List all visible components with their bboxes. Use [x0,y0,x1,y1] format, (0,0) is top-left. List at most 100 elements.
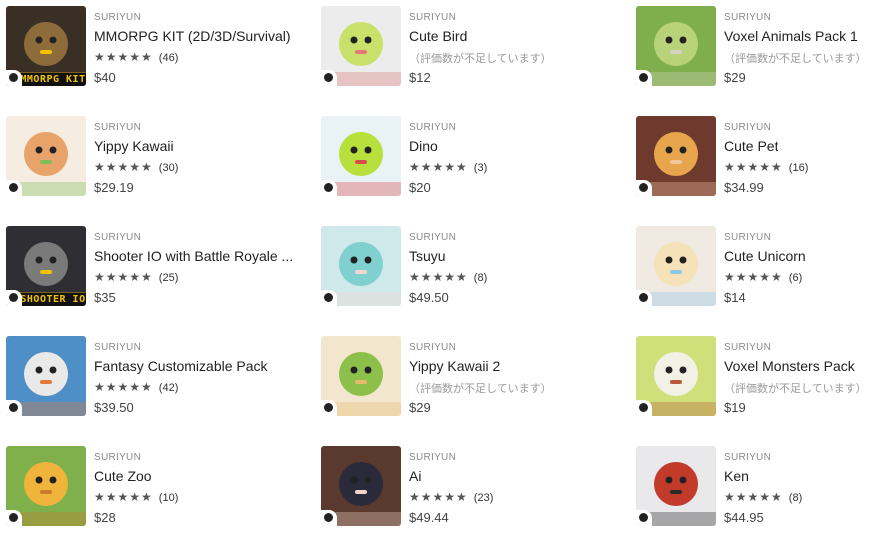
rating-row: ★★★★★ (8) [409,270,487,284]
asset-card[interactable]: SURIYUN Yippy Kawaii 2 （評価数が不足しています） $29 [315,330,615,416]
rating-count: (6) [788,272,803,284]
asset-card[interactable]: MMORPG KIT SURIYUN MMORPG KIT (2D/3D/Survi… [0,0,300,86]
asset-card[interactable]: SURIYUN Cute Unicorn ★★★★★ (6) $14 [630,220,885,306]
asset-thumbnail[interactable] [6,116,86,196]
asset-price: $29 [409,400,431,415]
rating-count: (23) [473,492,494,504]
rating-row: ★★★★★ (42) [94,380,178,394]
star-rating-icon: ★★★★★ [94,380,153,394]
asset-title[interactable]: Dino [409,138,438,154]
publisher-badge-icon [636,70,652,86]
asset-price: $19 [724,400,746,415]
publisher-name[interactable]: SURIYUN [94,452,141,463]
asset-card[interactable]: SURIYUN Cute Pet ★★★★★ (16) $34.99 [630,110,885,196]
publisher-badge-icon [321,180,337,196]
asset-thumbnail[interactable] [636,116,716,196]
no-rating-text: （評価数が不足しています） [409,53,552,65]
asset-thumbnail[interactable] [321,336,401,416]
asset-card[interactable]: SURIYUN Dino ★★★★★ (3) $20 [315,110,615,196]
publisher-name[interactable]: SURIYUN [94,232,141,243]
publisher-badge-icon [321,510,337,526]
asset-title[interactable]: Tsuyu [409,248,446,264]
asset-thumbnail[interactable] [636,226,716,306]
asset-title[interactable]: Cute Pet [724,138,778,154]
publisher-name[interactable]: SURIYUN [94,12,141,23]
asset-thumbnail[interactable] [321,116,401,196]
rating-count: (30) [158,162,179,174]
asset-title[interactable]: Yippy Kawaii [94,138,174,154]
asset-thumbnail[interactable]: SHOOTER IO [6,226,86,306]
asset-card[interactable]: SURIYUN Cute Zoo ★★★★★ (10) $28 [0,440,300,526]
star-rating-icon: ★★★★★ [724,490,783,504]
publisher-name[interactable]: SURIYUN [94,342,141,353]
asset-title[interactable]: Ai [409,468,421,484]
asset-price: $39.50 [94,400,134,415]
asset-title[interactable]: Cute Zoo [94,468,152,484]
asset-card[interactable]: SURIYUN Voxel Monsters Pack （評価数が不足しています） $… [630,330,885,416]
star-rating-icon: ★★★★★ [724,160,783,174]
asset-card[interactable]: SHOOTER IO SURIYUN Shooter IO with Battle … [0,220,300,306]
publisher-badge-icon [636,180,652,196]
publisher-name[interactable]: SURIYUN [409,122,456,133]
asset-card[interactable]: SURIYUN Yippy Kawaii ★★★★★ (30) $29.19 [0,110,300,196]
rating-row: ★★★★★ (25) [94,270,178,284]
publisher-name[interactable]: SURIYUN [724,122,771,133]
asset-thumbnail[interactable] [6,446,86,526]
asset-title[interactable]: Ken [724,468,749,484]
asset-card[interactable]: SURIYUN Ken ★★★★★ (8) $44.95 [630,440,885,526]
no-rating-text: （評価数が不足しています） [724,383,867,395]
asset-price: $20 [409,180,431,195]
no-rating-text: （評価数が不足しています） [724,53,867,65]
publisher-name[interactable]: SURIYUN [409,12,456,23]
publisher-name[interactable]: SURIYUN [724,12,771,23]
thumbnail-banner: MMORPG KIT [20,73,86,86]
publisher-name[interactable]: SURIYUN [724,342,771,353]
asset-thumbnail[interactable] [321,446,401,526]
asset-price: $49.44 [409,510,449,525]
asset-thumbnail[interactable] [636,336,716,416]
asset-card[interactable]: SURIYUN Fantasy Customizable Pack ★★★★★ (42… [0,330,300,416]
star-rating-icon: ★★★★★ [94,50,153,64]
asset-title[interactable]: Fantasy Customizable Pack [94,358,268,374]
asset-thumbnail[interactable] [321,6,401,86]
asset-price: $40 [94,70,116,85]
publisher-name[interactable]: SURIYUN [724,232,771,243]
asset-price: $12 [409,70,431,85]
star-rating-icon: ★★★★★ [409,490,468,504]
asset-card[interactable]: SURIYUN Cute Bird （評価数が不足しています） $12 [315,0,615,86]
asset-thumbnail[interactable] [321,226,401,306]
no-rating-text: （評価数が不足しています） [409,383,552,395]
asset-title[interactable]: Voxel Monsters Pack [724,358,855,374]
star-rating-icon: ★★★★★ [94,490,153,504]
asset-price: $28 [94,510,116,525]
publisher-badge-icon [321,290,337,306]
rating-row: ★★★★★ (8) [724,490,802,504]
publisher-name[interactable]: SURIYUN [724,452,771,463]
star-rating-icon: ★★★★★ [724,270,783,284]
publisher-name[interactable]: SURIYUN [409,342,456,353]
asset-title[interactable]: Voxel Animals Pack 1 [724,28,858,44]
asset-thumbnail[interactable] [6,336,86,416]
asset-price: $29 [724,70,746,85]
publisher-name[interactable]: SURIYUN [94,122,141,133]
publisher-badge-icon [6,290,22,306]
asset-card[interactable]: SURIYUN Tsuyu ★★★★★ (8) $49.50 [315,220,615,306]
asset-price: $34.99 [724,180,764,195]
asset-grid: MMORPG KIT SURIYUN MMORPG KIT (2D/3D/Survi… [0,0,885,534]
asset-title[interactable]: MMORPG KIT (2D/3D/Survival) [94,28,291,44]
asset-card[interactable]: SURIYUN Voxel Animals Pack 1 （評価数が不足しています）… [630,0,885,86]
publisher-name[interactable]: SURIYUN [409,452,456,463]
asset-title[interactable]: Yippy Kawaii 2 [409,358,500,374]
asset-title[interactable]: Shooter IO with Battle Royale ... [94,248,293,264]
asset-title[interactable]: Cute Unicorn [724,248,806,264]
asset-title[interactable]: Cute Bird [409,28,467,44]
asset-price: $49.50 [409,290,449,305]
asset-thumbnail[interactable] [636,6,716,86]
publisher-name[interactable]: SURIYUN [409,232,456,243]
rating-count: (25) [158,272,179,284]
asset-thumbnail[interactable]: MMORPG KIT [6,6,86,86]
asset-card[interactable]: SURIYUN Ai ★★★★★ (23) $49.44 [315,440,615,526]
publisher-badge-icon [636,400,652,416]
publisher-badge-icon [321,70,337,86]
asset-thumbnail[interactable] [636,446,716,526]
